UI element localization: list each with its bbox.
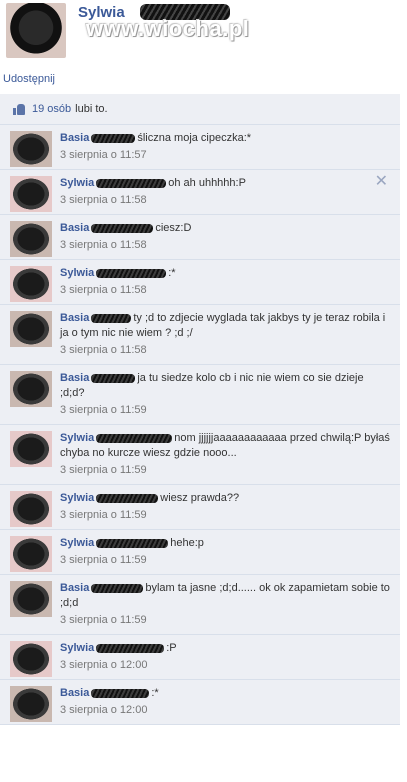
comment-body: Basia ja tu siedze kolo cb i nic nie wiem… <box>60 371 390 401</box>
comment-body: Sylwia :P <box>60 641 390 656</box>
redacted-surname <box>91 313 132 323</box>
avatar[interactable] <box>6 3 66 58</box>
avatar[interactable] <box>10 176 52 212</box>
comment-item: Sylwia wiesz prawda?? 3 sierpnia o 11:59 <box>0 485 400 530</box>
comment-author[interactable]: Sylwia <box>60 432 94 444</box>
watermark: www.wiocha.pl <box>86 16 250 41</box>
redacted-surname <box>91 688 150 698</box>
comment-author[interactable]: Sylwia <box>60 537 94 549</box>
thumbs-up-icon <box>12 102 26 116</box>
comment-author[interactable]: Sylwia <box>60 492 94 504</box>
likes-row: 19 osób lubi to. <box>0 94 400 125</box>
avatar[interactable] <box>10 686 52 722</box>
comment-text: :* <box>151 687 159 699</box>
comment-item: Sylwia :* 3 sierpnia o 11:58 <box>0 260 400 305</box>
comment-text: oh ah uhhhhh:P <box>168 177 246 189</box>
avatar[interactable] <box>10 266 52 302</box>
comment-body: Sylwia oh ah uhhhhh:P <box>60 176 390 191</box>
redacted-surname <box>91 133 136 143</box>
avatar[interactable] <box>10 491 52 527</box>
comment-timestamp[interactable]: 3 sierpnia o 11:59 <box>60 403 390 418</box>
comment-timestamp[interactable]: 3 sierpnia o 11:59 <box>60 553 390 568</box>
redacted-surname <box>96 643 165 653</box>
comment-author[interactable]: Basia <box>60 687 89 699</box>
redacted-surname <box>96 178 167 188</box>
redacted-surname <box>96 493 159 503</box>
comment-item: Basia śliczna moja cipeczka:* 3 sierpnia … <box>0 125 400 170</box>
comment-body: Basia bylam ta jasne ;d;d...... ok ok zap… <box>60 581 390 611</box>
likes-suffix: lubi to. <box>75 103 108 115</box>
comment-item: Sylwia :P 3 sierpnia o 12:00 <box>0 635 400 680</box>
redacted-surname <box>96 538 169 548</box>
comment-text: hehe:p <box>170 537 204 549</box>
avatar[interactable] <box>10 221 52 257</box>
avatar[interactable] <box>10 311 52 347</box>
comment-item: Basia ty ;d to zdjecie wyglada tak jakbys… <box>0 305 400 365</box>
redacted-surname <box>91 223 154 233</box>
comment-feed: 19 osób lubi to. Basia śliczna moja cipec… <box>0 94 400 725</box>
comment-timestamp[interactable]: 3 sierpnia o 11:58 <box>60 193 390 208</box>
comment-text: ciesz:D <box>155 222 192 234</box>
comment-author[interactable]: Sylwia <box>60 177 94 189</box>
comment-item: Basia ja tu siedze kolo cb i nic nie wiem… <box>0 365 400 425</box>
close-icon[interactable]: ✕ <box>375 174 388 190</box>
comment-item: Basia ciesz:D 3 sierpnia o 11:58 <box>0 215 400 260</box>
comment-item: Sylwia nom jjjjjjaaaaaaaaaaaa przed chwil… <box>0 425 400 485</box>
avatar[interactable] <box>10 431 52 467</box>
redacted-surname <box>96 268 167 278</box>
comment-author[interactable]: Basia <box>60 132 89 144</box>
comment-item: Sylwia oh ah uhhhhh:P 3 sierpnia o 11:58 … <box>0 170 400 215</box>
comment-author[interactable]: Basia <box>60 312 89 324</box>
comment-item: Basia :* 3 sierpnia o 12:00 <box>0 680 400 725</box>
comment-body: Basia ciesz:D <box>60 221 390 236</box>
share-link[interactable]: Udostępnij <box>3 73 55 85</box>
comment-timestamp[interactable]: 3 sierpnia o 11:58 <box>60 343 390 358</box>
comment-timestamp[interactable]: 3 sierpnia o 11:59 <box>60 463 390 478</box>
redacted-surname <box>91 583 144 593</box>
comment-timestamp[interactable]: 3 sierpnia o 12:00 <box>60 658 390 673</box>
comment-body: Basia ty ;d to zdjecie wyglada tak jakbys… <box>60 311 390 341</box>
avatar[interactable] <box>10 131 52 167</box>
comment-item: Sylwia hehe:p 3 sierpnia o 11:59 <box>0 530 400 575</box>
avatar[interactable] <box>10 581 52 617</box>
redacted-surname <box>91 373 136 383</box>
comment-timestamp[interactable]: 3 sierpnia o 11:59 <box>60 613 390 628</box>
comment-timestamp[interactable]: 3 sierpnia o 11:58 <box>60 238 390 253</box>
comment-author[interactable]: Basia <box>60 222 89 234</box>
comment-body: Sylwia :* <box>60 266 390 281</box>
comment-text: :* <box>168 267 176 279</box>
comment-text: :P <box>166 642 177 654</box>
comment-timestamp[interactable]: 3 sierpnia o 12:00 <box>60 703 390 718</box>
comment-text: śliczna moja cipeczka:* <box>137 132 252 144</box>
comment-author[interactable]: Basia <box>60 372 89 384</box>
comment-text: wiesz prawda?? <box>160 492 240 504</box>
comment-author[interactable]: Sylwia <box>60 642 94 654</box>
comment-timestamp[interactable]: 3 sierpnia o 11:58 <box>60 283 390 298</box>
comment-body: Sylwia wiesz prawda?? <box>60 491 390 506</box>
comment-author[interactable]: Sylwia <box>60 267 94 279</box>
comment-timestamp[interactable]: 3 sierpnia o 11:57 <box>60 148 390 163</box>
comment-body: Sylwia hehe:p <box>60 536 390 551</box>
comment-body: Basia śliczna moja cipeczka:* <box>60 131 390 146</box>
avatar[interactable] <box>10 371 52 407</box>
post-header: Sylwia www.wiocha.pl <box>0 0 407 70</box>
comment-body: Sylwia nom jjjjjjaaaaaaaaaaaa przed chwil… <box>60 431 390 461</box>
avatar[interactable] <box>10 641 52 677</box>
likes-count-link[interactable]: 19 osób <box>32 103 71 115</box>
comment-timestamp[interactable]: 3 sierpnia o 11:59 <box>60 508 390 523</box>
redacted-surname <box>96 433 173 443</box>
comment-body: Basia :* <box>60 686 390 701</box>
comment-author[interactable]: Basia <box>60 582 89 594</box>
comment-item: Basia bylam ta jasne ;d;d...... ok ok zap… <box>0 575 400 635</box>
avatar[interactable] <box>10 536 52 572</box>
